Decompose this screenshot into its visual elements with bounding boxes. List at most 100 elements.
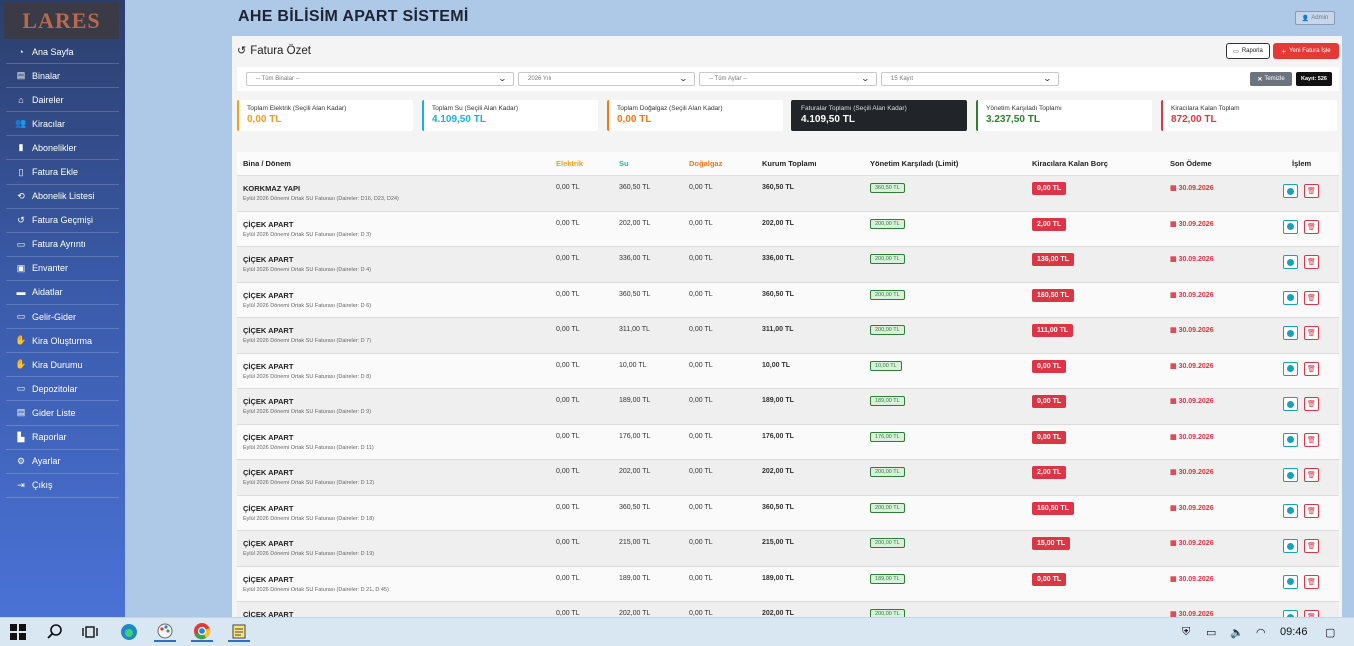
delete-button[interactable]: 🗑 xyxy=(1304,539,1319,553)
battery-icon[interactable]: ▭ xyxy=(1206,626,1216,639)
sidebar-item[interactable]: ▭ Fatura Ayrıntı xyxy=(6,233,119,257)
info-button[interactable] xyxy=(1283,432,1298,447)
sidebar-item[interactable]: ✋ Kira Oluşturma xyxy=(6,329,119,354)
info-icon xyxy=(1287,365,1294,372)
sidebar-item[interactable]: ▮ Abonelikler xyxy=(6,136,119,161)
sidebar-item[interactable]: ▭ Depozitolar xyxy=(6,377,119,402)
row-total: 10,00 TL xyxy=(762,361,791,369)
table-row: ÇİÇEK APART Eylül 2026 Dönemi Ortak SU Fa… xyxy=(237,247,1339,283)
row-period-desc: Eylül 2026 Dönemi Ortak SU Faturası (Dai… xyxy=(243,267,372,273)
info-button[interactable] xyxy=(1283,290,1298,305)
delete-button[interactable]: 🗑 xyxy=(1304,397,1319,411)
sidebar-item[interactable]: ⟲ Abonelik Listesi xyxy=(6,185,119,209)
report-button-label: Raporla xyxy=(1241,48,1263,54)
sidebar-item[interactable]: ⚙ Ayarlar xyxy=(6,450,119,474)
windows-start-icon[interactable] xyxy=(7,622,29,642)
delete-button[interactable]: 🗑 xyxy=(1304,574,1319,589)
info-button[interactable] xyxy=(1283,326,1298,340)
page-size-select[interactable]: 15 Kayıt ⌄ xyxy=(881,72,1059,86)
summary-card: Toplam Elektrik (Seçili Alan Kadar) 0,00 … xyxy=(237,100,413,131)
sidebar-item[interactable]: ⇥ Çıkış xyxy=(6,474,119,498)
col-name-header[interactable]: Bina / Dönem xyxy=(243,159,291,168)
info-button[interactable] xyxy=(1283,539,1298,553)
delete-button[interactable]: 🗑 xyxy=(1304,468,1319,482)
col-total-header[interactable]: Kurum Toplamı xyxy=(762,159,816,168)
last-payment-text: 30.09.2026 xyxy=(1178,433,1214,441)
last-payment-date: ▦ 30.09.2026 xyxy=(1170,184,1214,192)
month-select[interactable]: -- Tüm Aylar -- ⌄ xyxy=(699,72,877,86)
info-button[interactable] xyxy=(1283,503,1298,518)
sidebar-item[interactable]: 👥 Kiracılar xyxy=(6,112,119,137)
building-select[interactable]: -- Tüm Binalar -- ⌄ xyxy=(246,72,514,86)
page-size-value: 15 Kayıt xyxy=(891,76,914,82)
logo[interactable]: LARES xyxy=(4,2,119,39)
info-button[interactable] xyxy=(1283,574,1298,589)
delete-button[interactable]: 🗑 xyxy=(1304,361,1319,376)
info-button[interactable] xyxy=(1283,255,1298,269)
sidebar-item[interactable]: ⌂ Daireler xyxy=(6,88,119,113)
last-payment-date: ▦ 30.09.2026 xyxy=(1170,255,1214,263)
wifi-icon[interactable]: ◠ xyxy=(1256,626,1266,639)
gear-icon: ⚙ xyxy=(16,455,26,466)
delete-button[interactable]: 🗑 xyxy=(1304,184,1319,198)
notification-icon[interactable]: ▢ xyxy=(1325,626,1335,639)
shield-icon[interactable]: ⛨ xyxy=(1182,626,1190,639)
paint-icon[interactable] xyxy=(154,622,176,642)
col-last-payment-header[interactable]: Son Ödeme xyxy=(1170,159,1212,168)
plug-icon: ▮ xyxy=(18,142,24,153)
summary-label: Toplam Elektrik (Seçili Alan Kadar) xyxy=(247,105,347,112)
clear-filters-button[interactable]: ✕ Temizle xyxy=(1250,72,1292,86)
delete-button[interactable]: 🗑 xyxy=(1304,290,1319,305)
info-button[interactable] xyxy=(1283,468,1298,482)
col-electric-header[interactable]: Elektrik xyxy=(556,159,583,168)
info-button[interactable] xyxy=(1283,397,1298,411)
row-water: 202,00 TL xyxy=(619,468,651,475)
volume-icon[interactable]: 🔈 xyxy=(1230,626,1244,639)
last-payment-date: ▦ 30.09.2026 xyxy=(1170,575,1214,583)
sidebar-item[interactable]: ◔ Ana Sayfa xyxy=(6,40,119,65)
col-debt-header[interactable]: Kiracılara Kalan Borç xyxy=(1032,159,1108,168)
delete-button[interactable]: 🗑 xyxy=(1304,255,1319,269)
info-button[interactable] xyxy=(1283,184,1298,198)
sidebar-item[interactable]: ↺ Fatura Geçmişi xyxy=(6,209,119,233)
search-icon[interactable] xyxy=(44,622,66,642)
row-gas: 0,00 TL xyxy=(689,503,713,511)
chrome-icon[interactable] xyxy=(191,622,213,642)
sidebar-item-label: Kira Oluşturma xyxy=(32,335,93,346)
taskbar-clock[interactable]: 09:46 xyxy=(1280,626,1308,638)
trash-icon: 🗑 xyxy=(1307,401,1316,408)
info-button[interactable] xyxy=(1283,219,1298,234)
report-button[interactable]: ▭ Raporla xyxy=(1226,43,1270,59)
logo-text: LARES xyxy=(22,7,101,33)
delete-button[interactable]: 🗑 xyxy=(1304,432,1319,447)
limit-badge: 200,00 TL xyxy=(870,289,905,300)
notepad-icon[interactable] xyxy=(228,622,250,642)
col-limit-header[interactable]: Yönetim Karşıladı (Limit) xyxy=(870,159,958,168)
sidebar-item[interactable]: ▬ Aidatlar xyxy=(6,281,119,306)
sidebar-item[interactable]: ▙ Raporlar xyxy=(6,426,119,450)
new-invoice-button[interactable]: + Yeni Fatura İşle xyxy=(1273,43,1339,59)
delete-button[interactable]: 🗑 xyxy=(1304,610,1319,617)
row-building-name: ÇİÇEK APART xyxy=(243,610,294,617)
col-water-header[interactable]: Su xyxy=(619,159,629,168)
sidebar-item[interactable]: ✋ Kira Durumu xyxy=(6,353,119,378)
info-icon xyxy=(1287,400,1294,408)
year-select[interactable]: 2026 Yılı ⌄ xyxy=(518,72,695,86)
delete-button[interactable]: 🗑 xyxy=(1304,326,1319,340)
sidebar-item[interactable]: ▤ Binalar xyxy=(6,64,119,89)
delete-button[interactable]: 🗑 xyxy=(1304,219,1319,234)
task-view-icon[interactable] xyxy=(79,622,101,642)
last-payment-text: 30.09.2026 xyxy=(1178,469,1214,476)
sidebar-item[interactable]: ▯ Fatura Ekle xyxy=(6,160,119,185)
info-button[interactable] xyxy=(1283,361,1298,376)
last-payment-text: 30.09.2026 xyxy=(1178,362,1214,370)
sidebar-item[interactable]: ▭ Gelir-Gider xyxy=(6,305,119,330)
row-electric: 0,00 TL xyxy=(556,184,580,191)
col-gas-header[interactable]: Doğalgaz xyxy=(689,159,722,168)
delete-button[interactable]: 🗑 xyxy=(1304,503,1319,518)
edge-icon[interactable] xyxy=(118,622,140,642)
sidebar-item[interactable]: ▣ Envanter xyxy=(6,257,119,281)
admin-user-button[interactable]: 👤 Admin xyxy=(1295,11,1335,25)
info-button[interactable] xyxy=(1283,610,1298,617)
sidebar-item[interactable]: ▤ Gider Liste xyxy=(6,401,119,426)
